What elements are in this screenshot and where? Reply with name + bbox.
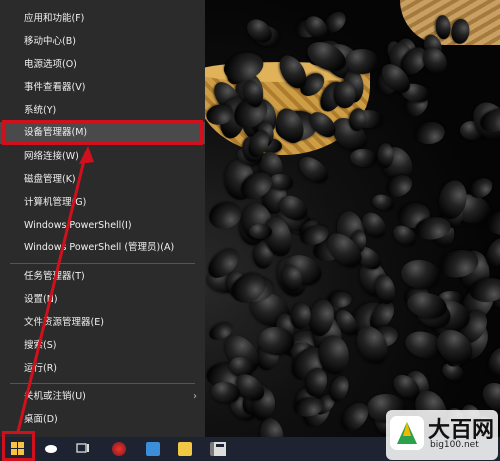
taskbar-app-button[interactable] [104,437,134,461]
wallpaper-bean [345,49,379,74]
menu-separator [10,383,195,384]
menu-item-power-options[interactable]: 电源选项(O) [0,54,205,76]
wallpaper-bean [301,11,332,43]
folder-icon [178,442,192,456]
menu-item-powershell-admin[interactable]: Windows PowerShell (管理员)(A) [0,237,205,259]
wallpaper-bean [294,151,333,189]
wallpaper-bean [349,147,379,169]
watermark: 大百网 big100.net [386,410,498,460]
task-view-button[interactable] [68,437,98,461]
cortana-icon [45,445,57,453]
watermark-url: big100.net [430,440,479,450]
menu-item-desktop[interactable]: 桌面(D) [0,409,205,431]
chevron-right-icon: › [193,391,197,402]
menu-item-file-explorer[interactable]: 文件资源管理器(E) [0,312,205,334]
menu-item-network-connections[interactable]: 网络连接(W) [0,146,205,168]
menu-item-system[interactable]: 系统(Y) [0,100,205,122]
file-explorer-button[interactable] [170,437,200,461]
menu-item-run[interactable]: 运行(R) [0,358,205,380]
app-icon [112,442,126,456]
menu-item-settings[interactable]: 设置(N) [0,289,205,311]
menu-item-event-viewer[interactable]: 事件查看器(V) [0,77,205,99]
menu-item-computer-management[interactable]: 计算机管理(G) [0,192,205,214]
menu-item-apps-features[interactable]: 应用和功能(F) [0,8,205,30]
wallpaper-bean [413,120,447,146]
calculator-button[interactable] [205,437,235,461]
menu-item-disk-management[interactable]: 磁盘管理(K) [0,169,205,191]
menu-item-search[interactable]: 搜索(S) [0,335,205,357]
menu-item-task-manager[interactable]: 任务管理器(T) [0,266,205,288]
menu-separator [10,263,195,264]
task-view-icon [76,443,89,453]
winx-context-menu: 应用和功能(F) 移动中心(B) 电源选项(O) 事件查看器(V) 系统(Y) … [0,0,205,437]
wallpaper-bean [483,344,500,379]
cortana-button[interactable] [36,437,66,461]
menu-item-shutdown-signout[interactable]: 关机或注销(U) › [0,386,205,408]
watermark-logo-icon [390,416,424,450]
calculator-icon [214,442,226,456]
menu-item-mobility-center[interactable]: 移动中心(B) [0,31,205,53]
annotation-start-box [2,431,35,461]
wallpaper-bean [327,373,353,404]
menu-item-powershell[interactable]: Windows PowerShell(I) [0,215,205,237]
wallpaper-bean [372,272,398,306]
annotation-highlight-box [2,120,203,145]
mail-icon [146,442,160,456]
wallpaper-bean [398,257,442,292]
mail-button[interactable] [138,437,168,461]
